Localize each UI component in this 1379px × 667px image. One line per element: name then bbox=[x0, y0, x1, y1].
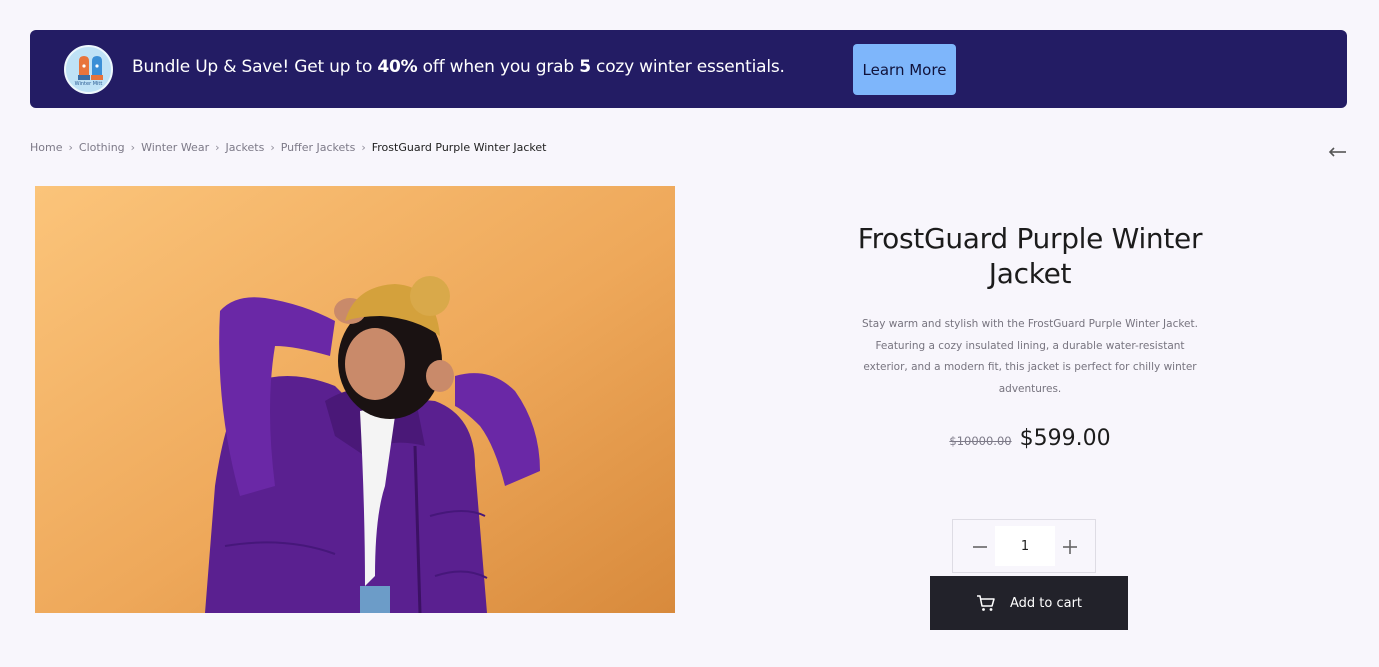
product-title: FrostGuard Purple Winter Jacket bbox=[857, 222, 1203, 290]
promo-text-end: cozy winter essentials. bbox=[590, 57, 785, 77]
breadcrumb-home[interactable]: Home bbox=[30, 141, 62, 154]
current-price: $599.00 bbox=[1019, 426, 1111, 451]
promo-text: Bundle Up & Save! Get up to 40% off when… bbox=[132, 57, 785, 77]
breadcrumb-winter-wear[interactable]: Winter Wear bbox=[141, 141, 209, 154]
product-description: Stay warm and stylish with the FrostGuar… bbox=[862, 318, 1198, 395]
breadcrumb-clothing[interactable]: Clothing bbox=[79, 141, 125, 154]
badge-label: Winter Mitt bbox=[74, 81, 103, 87]
add-to-cart-button[interactable]: Add to cart bbox=[930, 576, 1128, 630]
minus-icon[interactable] bbox=[967, 532, 993, 562]
promo-text-start: Bundle Up & Save! Get up to bbox=[132, 57, 378, 77]
quantity-input[interactable] bbox=[995, 526, 1055, 566]
chevron-right-icon: › bbox=[68, 141, 73, 154]
plus-icon[interactable] bbox=[1057, 532, 1083, 562]
chevron-right-icon: › bbox=[215, 141, 220, 154]
promo-text-middle: off when you grab bbox=[417, 57, 580, 77]
promo-count: 5 bbox=[579, 57, 591, 77]
product-image bbox=[35, 186, 675, 613]
chevron-right-icon: › bbox=[361, 141, 366, 154]
chevron-right-icon: › bbox=[130, 141, 136, 154]
old-price: $10000.00 bbox=[949, 434, 1012, 448]
breadcrumb-current: FrostGuard Purple Winter Jacket bbox=[371, 141, 547, 154]
promo-discount: 40% bbox=[377, 57, 418, 77]
add-to-cart-label: Add to cart bbox=[1009, 595, 1083, 611]
breadcrumb-puffer-jackets[interactable]: Puffer Jackets bbox=[281, 141, 356, 154]
arrow-left-icon[interactable] bbox=[1326, 144, 1348, 160]
breadcrumb: Home › Clothing › Winter Wear › Jackets … bbox=[30, 141, 546, 154]
price-block: $10000.00 $599.00 bbox=[830, 426, 1230, 451]
quantity-stepper bbox=[952, 519, 1096, 573]
learn-more-button[interactable]: Learn More bbox=[853, 44, 956, 95]
mitten-badge-icon: Winter Mitt bbox=[64, 45, 113, 94]
cart-icon bbox=[976, 594, 996, 612]
chevron-right-icon: › bbox=[270, 141, 275, 154]
promo-banner: Winter Mitt Bundle Up & Save! Get up to … bbox=[30, 30, 1347, 108]
breadcrumb-jackets[interactable]: Jackets bbox=[226, 141, 265, 154]
